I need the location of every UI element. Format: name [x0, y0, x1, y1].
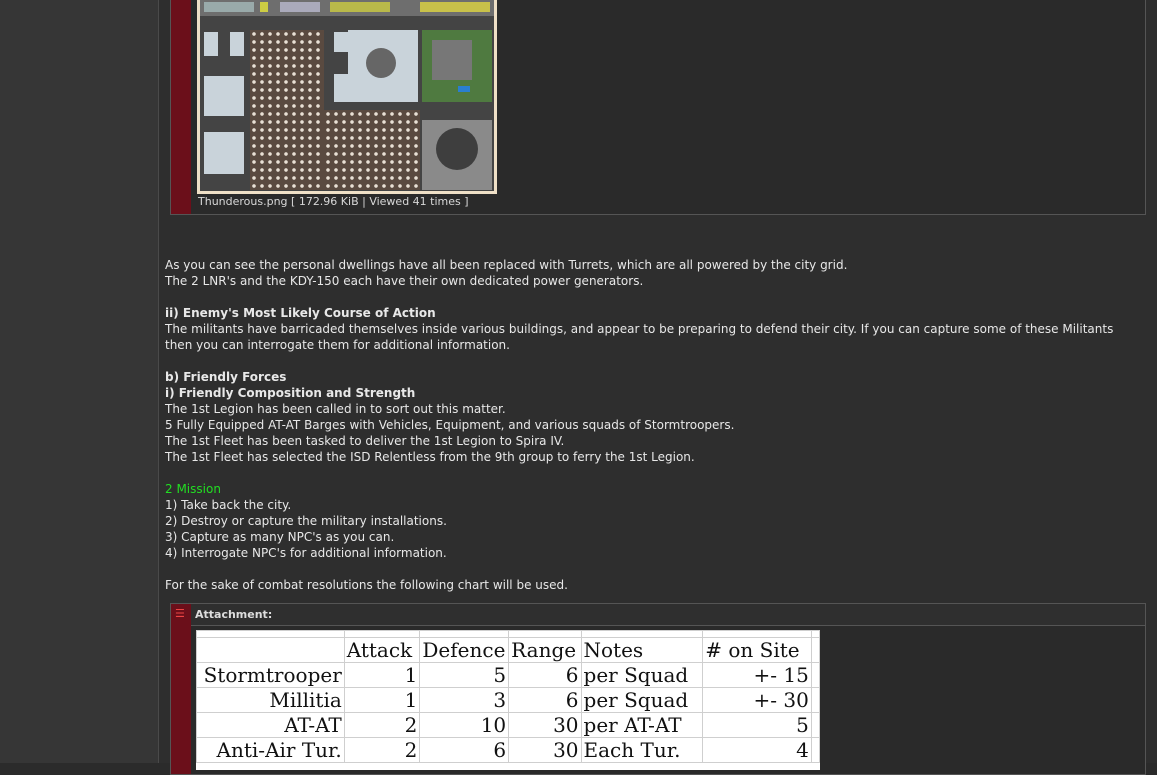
section-heading-friendly: b) Friendly Forces	[165, 370, 287, 384]
attachment-header: Attachment:	[191, 604, 1145, 626]
stats-table-image[interactable]: Attack Defence Range Notes # on Site Sto…	[196, 630, 820, 770]
attack-cell: 2	[343, 737, 421, 763]
defence-cell: 10	[419, 712, 510, 738]
on-site-cell: 4	[702, 737, 812, 763]
text-line: The militants have barricaded themselves…	[165, 322, 1114, 336]
unit-name-cell: Millitia	[196, 687, 345, 713]
header-cell: Defence	[419, 637, 510, 663]
attack-cell: 2	[343, 712, 421, 738]
notes-cell: per Squad	[580, 687, 704, 713]
attachment-accent-bar: ☰	[171, 604, 191, 774]
notes-cell: per Squad	[580, 662, 704, 688]
section-heading-enemy: ii) Enemy's Most Likely Course of Action	[165, 306, 436, 320]
text-line: The 1st Legion has been called in to sor…	[165, 402, 506, 416]
section-heading-mission: 2 Mission	[165, 482, 221, 496]
on-site-cell: +- 30	[702, 687, 812, 713]
text-line: As you can see the personal dwellings ha…	[165, 258, 848, 272]
text-line: For the sake of combat resolutions the f…	[165, 578, 568, 592]
header-cell: Notes	[580, 637, 704, 663]
list-icon: ☰	[175, 607, 185, 620]
unit-name-cell: AT-AT	[196, 712, 345, 738]
unit-name-cell: Anti-Air Tur.	[196, 737, 345, 763]
city-map-image	[200, 0, 494, 191]
header-cell: # on Site	[702, 637, 812, 663]
mission-item: 3) Capture as many NPC's as you can.	[165, 530, 395, 544]
table-row: AT-AT 2 10 30 per AT-AT 5	[196, 712, 820, 738]
post-text: As you can see the personal dwellings ha…	[165, 257, 1145, 593]
defence-cell: 6	[419, 737, 510, 763]
table-row: Millitia 1 3 6 per Squad +- 30	[196, 687, 820, 713]
text-line: The 1st Fleet has selected the ISD Relen…	[165, 450, 695, 464]
mission-item: 1) Take back the city.	[165, 498, 292, 512]
header-cell	[196, 637, 345, 663]
text-line: The 2 LNR's and the KDY-150 each have th…	[165, 274, 644, 288]
range-cell: 6	[508, 687, 582, 713]
range-cell: 30	[508, 737, 582, 763]
attack-cell: 1	[343, 662, 421, 688]
unit-name-cell: Stormtrooper	[196, 662, 345, 688]
text-line: 5 Fully Equipped AT-AT Barges with Vehic…	[165, 418, 735, 432]
table-header-row: Attack Defence Range Notes # on Site	[196, 637, 820, 663]
attachment-accent-bar	[171, 0, 191, 214]
notes-cell: per AT-AT	[580, 712, 704, 738]
attack-cell: 1	[343, 687, 421, 713]
map-image[interactable]	[197, 0, 497, 194]
defence-cell: 5	[419, 662, 510, 688]
mission-item: 4) Interrogate NPC's for additional info…	[165, 546, 447, 560]
table-row: Anti-Air Tur. 2 6 30 Each Tur. 4	[196, 737, 820, 763]
mission-item: 2) Destroy or capture the military insta…	[165, 514, 447, 528]
on-site-cell: 5	[702, 712, 812, 738]
on-site-cell: +- 15	[702, 662, 812, 688]
notes-cell: Each Tur.	[580, 737, 704, 763]
section-heading-composition: i) Friendly Composition and Strength	[165, 386, 416, 400]
header-cell: Range	[508, 637, 582, 663]
text-line: then you can interrogate them for additi…	[165, 338, 510, 352]
left-gutter	[0, 0, 159, 763]
range-cell: 6	[508, 662, 582, 688]
text-line: The 1st Fleet has been tasked to deliver…	[165, 434, 565, 448]
header-cell: Attack	[343, 637, 421, 663]
image-attachment-box: Thunderous.png [ 172.96 KiB | Viewed 41 …	[170, 0, 1146, 215]
attachment-caption: Thunderous.png [ 172.96 KiB | Viewed 41 …	[198, 195, 469, 208]
stats-table: Attack Defence Range Notes # on Site Sto…	[196, 630, 820, 763]
defence-cell: 3	[419, 687, 510, 713]
table-row: Stormtrooper 1 5 6 per Squad +- 15	[196, 662, 820, 688]
range-cell: 30	[508, 712, 582, 738]
attachment-label: Attachment:	[195, 608, 273, 621]
